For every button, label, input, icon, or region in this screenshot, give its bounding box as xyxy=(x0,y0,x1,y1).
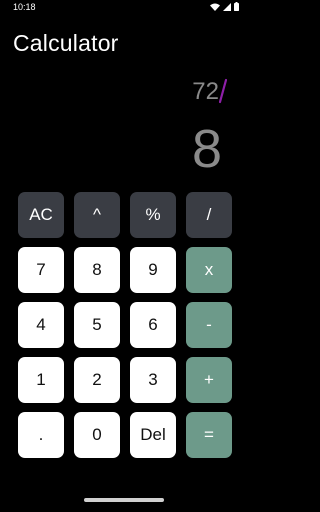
delete-button[interactable]: Del xyxy=(130,412,176,458)
wifi-icon xyxy=(210,3,220,11)
power-button[interactable]: ^ xyxy=(74,192,120,238)
result-display: 8 xyxy=(191,119,222,179)
digit-1-button[interactable]: 1 xyxy=(18,357,64,403)
digit-8-button[interactable]: 8 xyxy=(74,247,120,293)
digit-4-button[interactable]: 4 xyxy=(18,302,64,348)
digit-9-button[interactable]: 9 xyxy=(130,247,176,293)
subtract-button[interactable]: - xyxy=(186,302,232,348)
gesture-handle[interactable] xyxy=(84,498,164,502)
digit-6-button[interactable]: 6 xyxy=(130,302,176,348)
digit-7-button[interactable]: 7 xyxy=(18,247,64,293)
status-bar: 10:18 xyxy=(0,0,249,14)
digit-5-button[interactable]: 5 xyxy=(74,302,120,348)
expression-display[interactable]: 72 xyxy=(192,78,219,106)
all-clear-button[interactable]: AC xyxy=(18,192,64,238)
battery-icon xyxy=(234,2,239,11)
add-button[interactable]: + xyxy=(186,357,232,403)
keypad: AC ^%/ 7 8 9 x 4 5 6- 1 2 3 +. 0 Del = xyxy=(18,192,232,458)
navigation-bar xyxy=(0,488,249,512)
divide-button[interactable]: / xyxy=(186,192,232,238)
text-cursor xyxy=(219,78,227,104)
digit-3-button[interactable]: 3 xyxy=(130,357,176,403)
status-time: 10:18 xyxy=(13,2,36,12)
status-icons xyxy=(210,2,239,11)
digit-2-button[interactable]: 2 xyxy=(74,357,120,403)
signal-icon xyxy=(223,2,231,11)
app-title: Calculator xyxy=(13,30,119,56)
digit-0-button[interactable]: 0 xyxy=(74,412,120,458)
percent-button[interactable]: % xyxy=(130,192,176,238)
multiply-button[interactable]: x xyxy=(186,247,232,293)
equals-button[interactable]: = xyxy=(186,412,232,458)
decimal-button[interactable]: . xyxy=(18,412,64,458)
